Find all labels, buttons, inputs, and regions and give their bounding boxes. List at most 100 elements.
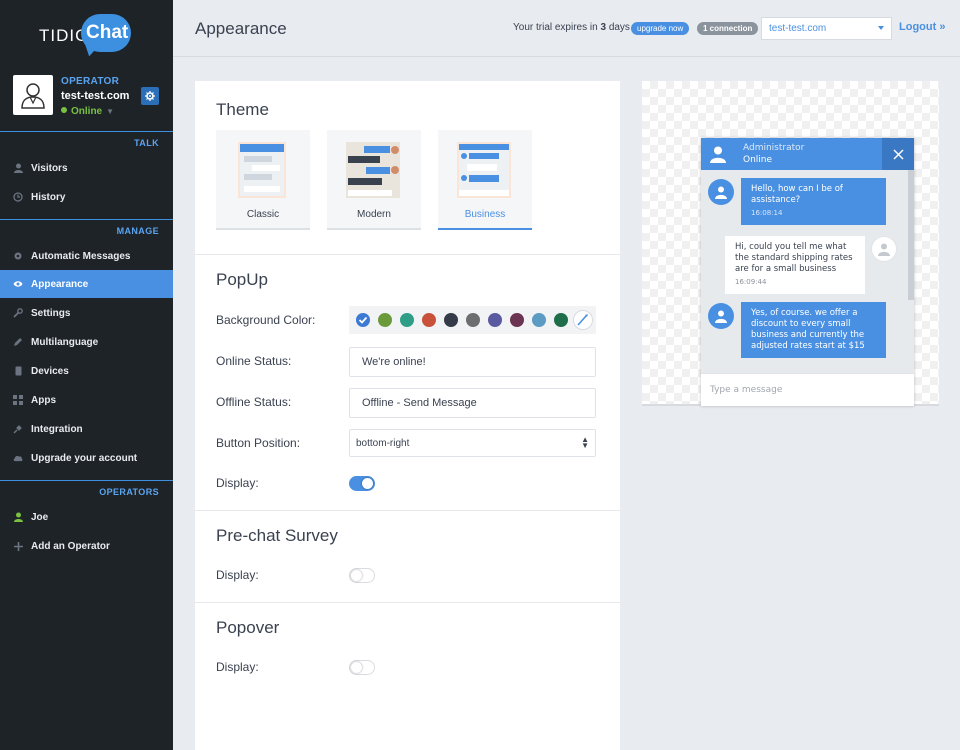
button-position-label: Button Position: (216, 436, 301, 450)
connection-badge: 1 connection (697, 22, 759, 35)
sidebar-item-automatic-messages[interactable]: Automatic Messages (0, 242, 173, 270)
chat-message: Yes, of course. we offer a discount to e… (741, 302, 886, 358)
gear-icon (145, 91, 155, 101)
color-swatch[interactable] (466, 313, 480, 327)
sidebar-item-appearance[interactable]: Appearance (0, 270, 173, 298)
popover-heading: Popover (216, 618, 280, 637)
chat-header-status: Online (743, 155, 773, 165)
phone-icon (13, 366, 23, 376)
color-swatch[interactable] (422, 313, 436, 327)
chat-message-input[interactable]: Type a message (701, 373, 914, 406)
pencil-icon (13, 337, 23, 347)
theme-option-business[interactable]: Business (438, 130, 532, 230)
sidebar-item-visitors[interactable]: Visitors (0, 154, 173, 182)
chat-close-button[interactable] (882, 138, 914, 170)
sidebar-item-operator-joe[interactable]: Joe (0, 503, 173, 531)
trial-suffix: days (608, 22, 630, 33)
popover-display-label: Display: (216, 660, 259, 674)
online-status-label: Online Status: (216, 354, 292, 368)
chat-bubble-icon: Chat (81, 14, 131, 52)
chat-widget-preview: Administrator Online Hello, how can I be… (642, 81, 939, 406)
status-dot-icon (61, 107, 67, 113)
background-color-label: Background Color: (216, 313, 316, 327)
brush-icon (577, 314, 588, 326)
eye-icon (13, 279, 23, 289)
close-icon (892, 148, 904, 160)
classic-theme-preview-icon (238, 142, 286, 198)
sidebar-item-label: Add an Operator (31, 540, 110, 552)
sidebar-item-label: Multilanguage (31, 336, 99, 348)
sidebar-item-add-operator[interactable]: Add an Operator (0, 532, 173, 560)
sidebar-item-label: History (31, 191, 66, 203)
checkmark-icon (358, 316, 368, 324)
color-swatch[interactable] (554, 313, 568, 327)
wrench-icon (13, 308, 23, 318)
color-swatch[interactable] (510, 313, 524, 327)
operator-status[interactable]: Online ▼ (61, 106, 114, 117)
sidebar-item-multilanguage[interactable]: Multilanguage (0, 328, 173, 356)
trial-days: 3 (600, 22, 607, 33)
sidebar-item-label: Upgrade your account (31, 452, 138, 464)
popup-display-toggle[interactable] (349, 476, 375, 491)
offline-status-input[interactable]: Offline - Send Message (349, 388, 596, 418)
user-icon (13, 512, 23, 522)
divider (195, 254, 620, 255)
avatar[interactable] (13, 75, 53, 115)
online-status-input[interactable]: We're online! (349, 347, 596, 377)
sidebar-item-history[interactable]: History (0, 183, 173, 211)
color-swatch[interactable] (488, 313, 502, 327)
color-swatch[interactable] (444, 313, 458, 327)
color-swatch[interactable] (532, 313, 546, 327)
sidebar-item-settings[interactable]: Settings (0, 299, 173, 327)
color-swatch[interactable] (356, 313, 370, 327)
operator-settings-button[interactable] (141, 87, 159, 105)
modern-theme-preview-icon (346, 142, 400, 198)
tidio-logo[interactable]: TIDIO Chat (39, 14, 134, 56)
chat-scrollbar[interactable] (908, 170, 914, 300)
toggle-knob (351, 570, 362, 581)
user-icon (715, 186, 727, 199)
chat-message: Hi, could you tell me what the standard … (725, 236, 865, 294)
sidebar-item-apps[interactable]: Apps (0, 386, 173, 414)
prechat-survey-heading: Pre-chat Survey (216, 526, 338, 545)
admin-avatar (708, 179, 734, 205)
page-title: Appearance (195, 19, 287, 38)
divider (195, 602, 620, 603)
plug-icon (13, 424, 23, 434)
sidebar-item-integration[interactable]: Integration (0, 415, 173, 443)
chat-message-text: Hello, how can I be of assistance? (751, 184, 843, 205)
color-swatch[interactable] (400, 313, 414, 327)
user-icon (710, 146, 726, 163)
grid-icon (13, 395, 23, 405)
sidebar-item-upgrade[interactable]: Upgrade your account (0, 444, 173, 472)
button-position-select[interactable]: bottom-right ▲ ▼ (349, 429, 596, 457)
theme-option-label: Classic (246, 209, 280, 220)
manage-section-header: MANAGE (0, 219, 173, 236)
site-select[interactable]: test-test.com (761, 17, 892, 40)
gear-icon (13, 251, 23, 261)
theme-option-modern[interactable]: Modern (327, 130, 421, 230)
popover-display-toggle[interactable] (349, 660, 375, 675)
select-arrows-icon: ▲ ▼ (581, 435, 589, 450)
sidebar: TIDIO Chat OPERATOR test-test.com Online… (0, 0, 173, 750)
custom-color-button[interactable] (573, 310, 593, 330)
toggle-knob (351, 662, 362, 673)
theme-option-label: Modern (357, 209, 391, 220)
sidebar-item-devices[interactable]: Devices (0, 357, 173, 385)
color-swatch[interactable] (378, 313, 392, 327)
sidebar-item-label: Devices (31, 365, 69, 377)
logo-chat-text: Chat (86, 22, 129, 43)
prechat-display-label: Display: (216, 568, 259, 582)
operator-role: OPERATOR (61, 76, 120, 87)
user-icon (715, 310, 727, 323)
offline-status-label: Offline Status: (216, 395, 292, 409)
prechat-display-toggle[interactable] (349, 568, 375, 583)
site-select-value: test-test.com (769, 23, 827, 34)
operator-status-text: Online (71, 106, 103, 117)
chat-header: Administrator Online (701, 138, 914, 170)
sidebar-item-label: Joe (31, 511, 49, 523)
logout-link[interactable]: Logout » (899, 21, 945, 33)
theme-option-classic[interactable]: Classic (216, 130, 310, 230)
upgrade-now-button[interactable]: upgrade now (631, 22, 690, 35)
color-swatch-picker (349, 306, 596, 334)
